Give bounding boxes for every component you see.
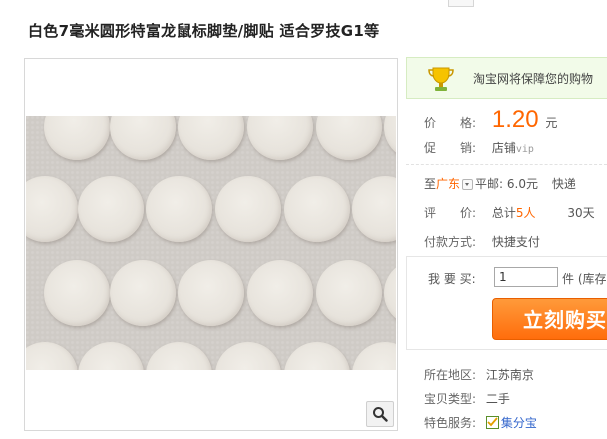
shipping-fee: 平邮: 6.0元 [475, 177, 538, 191]
qty-label: 我 要 买: [428, 272, 476, 286]
stock-text: 件 (库存 [562, 272, 607, 286]
service-value: 集分宝 [500, 416, 537, 430]
shipping-prefix: 至 [424, 177, 437, 191]
price-row: 价 格: 1.20 元 [424, 106, 557, 134]
product-photo [26, 116, 396, 370]
magnifier-icon [373, 407, 388, 422]
service-row: 特色服务: 集分宝 [424, 414, 537, 431]
price-unit: 元 [545, 116, 558, 130]
rating-label: 评 价: [424, 206, 477, 220]
jifenbao-link[interactable]: 集分宝 [485, 416, 537, 430]
payment-value: 快捷支付 [491, 235, 540, 249]
shipping-location-link[interactable]: 广东 [436, 177, 460, 191]
payment-row: 付款方式: 快捷支付 [424, 233, 540, 250]
service-label: 特色服务: [424, 416, 477, 430]
jifenbao-icon [485, 416, 499, 429]
price-value: 1.20 [491, 106, 539, 133]
product-image-viewer[interactable] [24, 58, 398, 431]
rating-row: 评 价: 总计5人 30天 [424, 204, 595, 221]
chevron-down-icon[interactable] [462, 179, 474, 190]
location-value: 江苏南京 [485, 368, 534, 382]
top-tab-remnant [448, 0, 474, 7]
guarantee-text: 淘宝网将保障您的购物 [473, 72, 594, 86]
rating-count-link[interactable]: 5人 [516, 206, 536, 220]
price-label: 价 格: [424, 116, 477, 130]
rating-total: 总计 [491, 206, 516, 220]
guarantee-banner: 淘宝网将保障您的购物 [406, 57, 607, 99]
promo-value: 店铺 [491, 141, 516, 155]
promo-label: 促 销: [424, 141, 477, 155]
promo-row: 促 销: 店铺vip [424, 139, 534, 156]
product-title: 白色7毫米圆形特富龙鼠标脚垫/脚贴 适合罗技G1等 [28, 22, 380, 40]
zoom-button[interactable] [366, 401, 394, 427]
type-row: 宝贝类型: 二手 [424, 390, 510, 407]
trophy-icon [428, 67, 454, 91]
buy-now-button[interactable]: 立刻购买 [492, 298, 607, 340]
payment-label: 付款方式: [424, 235, 477, 249]
quantity-input[interactable] [494, 267, 558, 287]
vip-badge: vip [515, 144, 534, 155]
shipping-express: 快递 [551, 177, 576, 191]
location-label: 所在地区: [424, 368, 477, 382]
divider [406, 164, 607, 165]
rating-30day: 30天 [567, 206, 595, 220]
location-row: 所在地区: 江苏南京 [424, 366, 534, 383]
type-value: 二手 [485, 392, 510, 406]
shipping-row: 至广东 平邮: 6.0元 快递 [424, 175, 576, 192]
type-label: 宝贝类型: [424, 392, 477, 406]
